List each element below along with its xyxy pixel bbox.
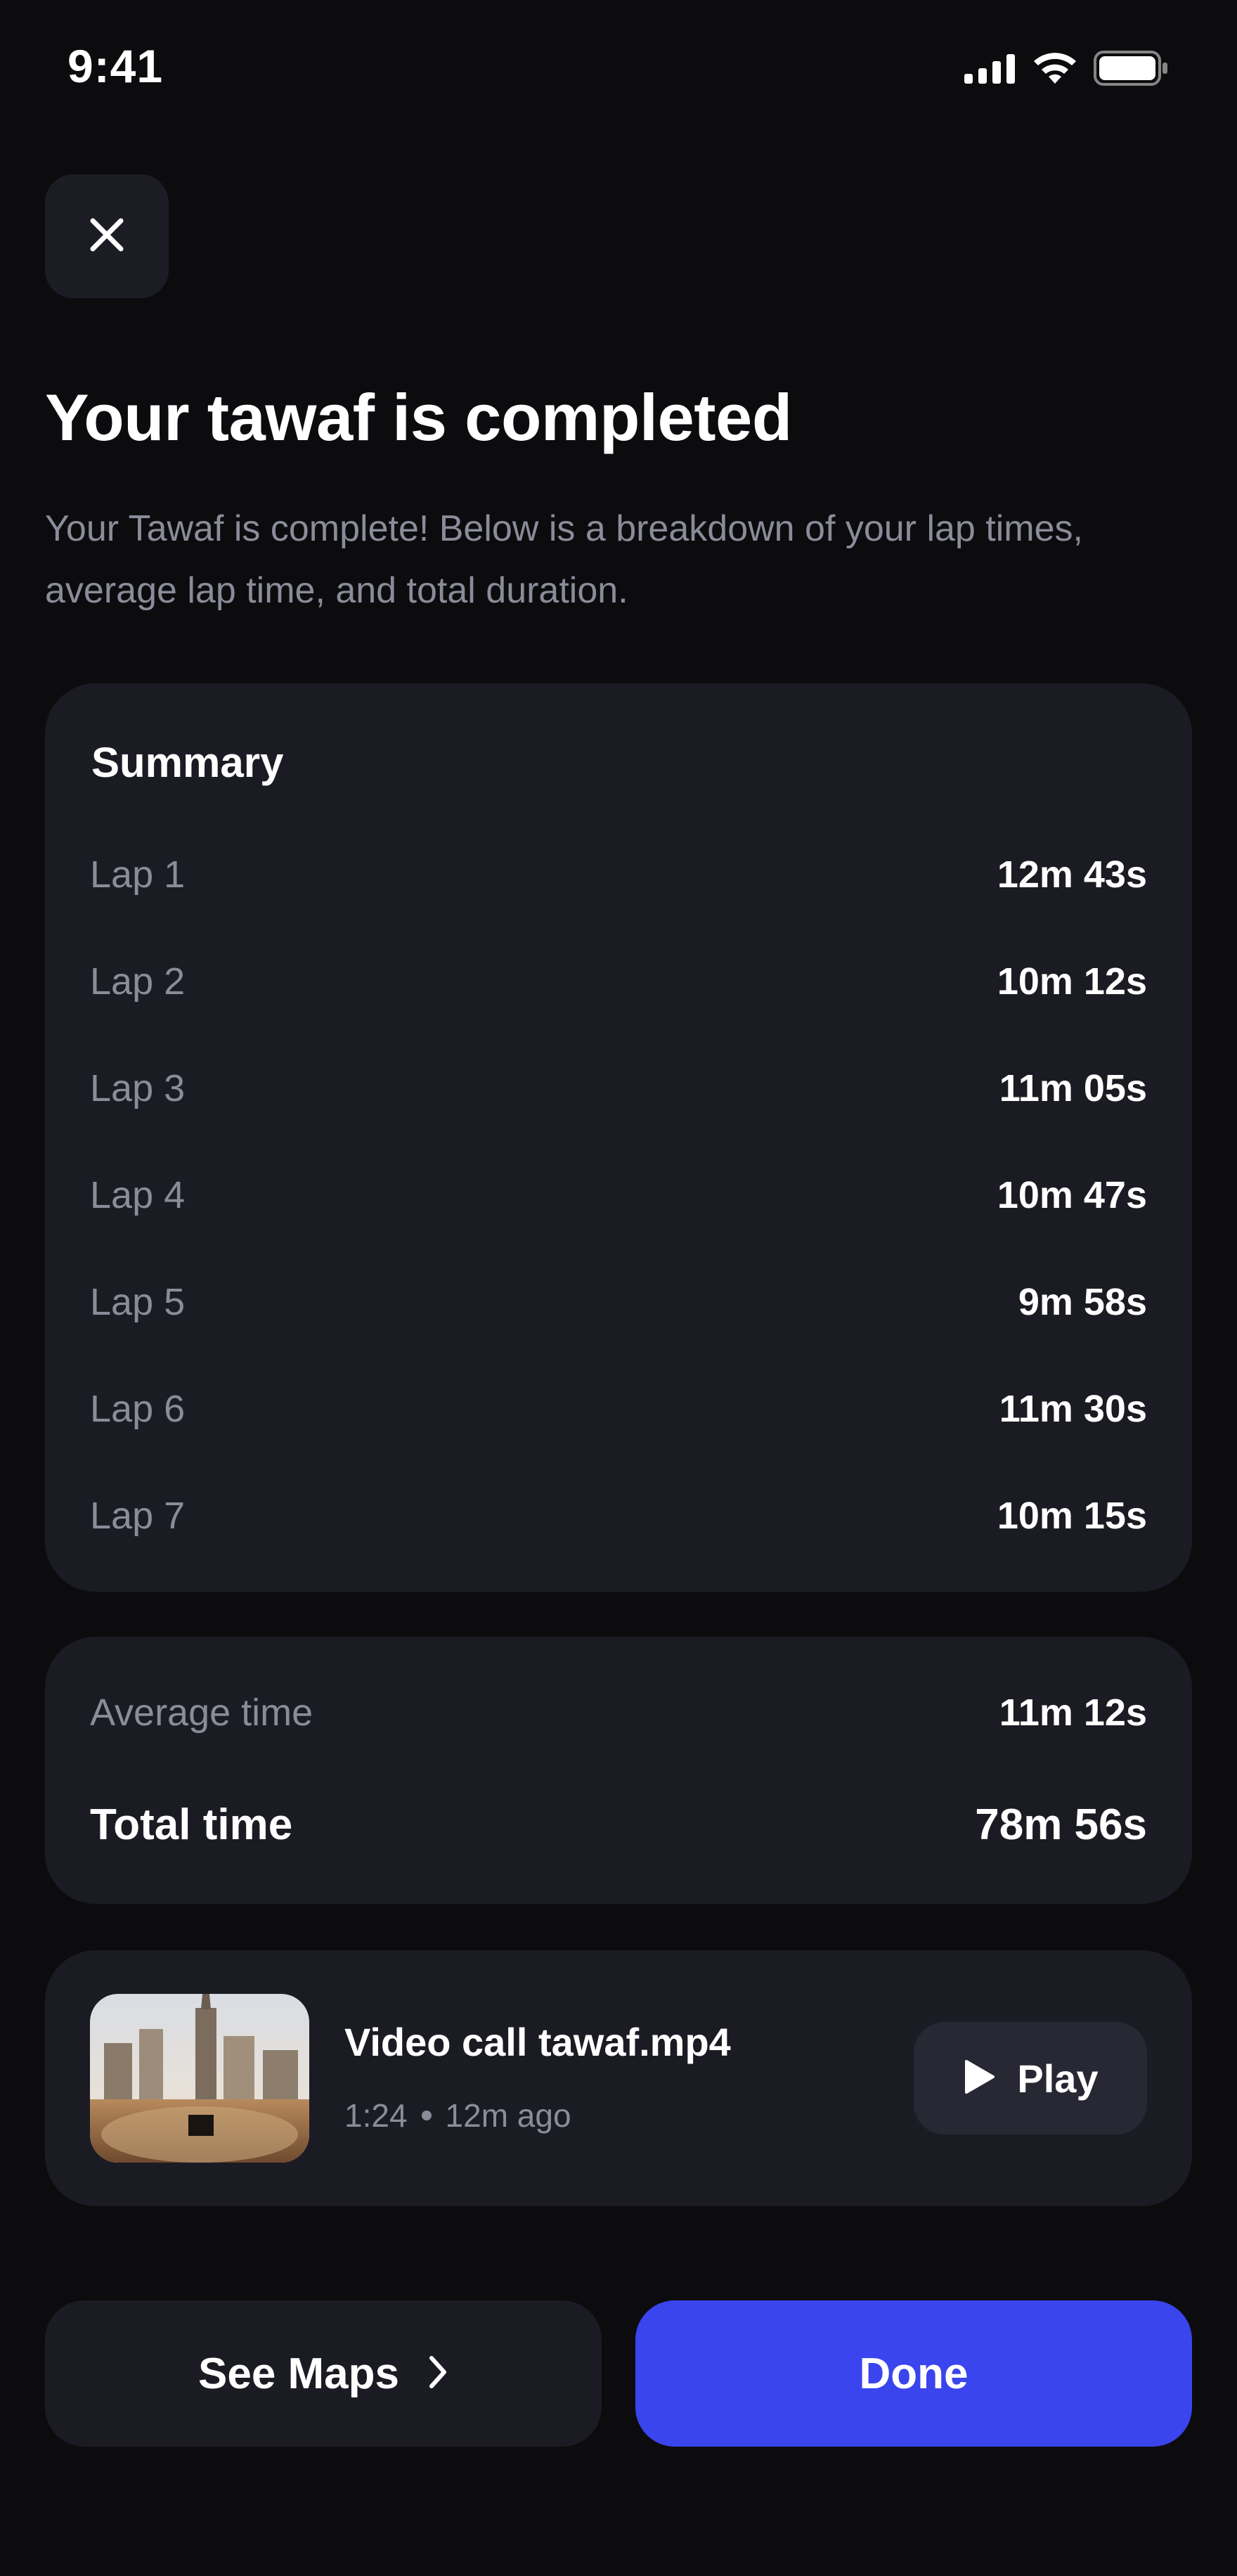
lap-time: 11m 05s [999, 1067, 1147, 1109]
separator-dot [421, 2111, 432, 2120]
average-time-value: 11m 12s [999, 1692, 1147, 1734]
video-thumbnail[interactable] [90, 1994, 309, 2163]
lap-row: Lap 1 12m 43s [90, 846, 1147, 903]
tawaf-complete-screen: 9:41 Your tawaf is completed Your Tawaf … [0, 0, 1237, 2576]
lap-row: Lap 7 10m 15s [90, 1488, 1147, 1544]
lap-label: Lap 6 [90, 1388, 186, 1430]
lap-time: 10m 12s [997, 960, 1147, 1003]
totals-card [45, 1637, 1192, 1904]
summary-card [45, 683, 1192, 1592]
average-time-label: Average time [90, 1692, 313, 1734]
lap-time: 10m 47s [997, 1174, 1147, 1216]
lap-label: Lap 5 [90, 1281, 186, 1323]
lap-time: 10m 15s [997, 1495, 1147, 1537]
total-time-label: Total time [90, 1800, 293, 1849]
video-duration: 1:24 [344, 2097, 408, 2134]
total-time-row: Total time 78m 56s [90, 1793, 1147, 1856]
lap-time: 11m 30s [999, 1388, 1147, 1430]
close-button[interactable] [45, 174, 169, 298]
status-bar: 9:41 [0, 0, 1237, 134]
play-button[interactable]: Play [914, 2022, 1147, 2134]
status-icons [964, 51, 1170, 89]
average-time-row: Average time 11m 12s [90, 1685, 1147, 1741]
lap-time: 9m 58s [1018, 1281, 1147, 1323]
lap-row: Lap 2 10m 12s [90, 953, 1147, 1010]
lap-time: 12m 43s [997, 854, 1147, 896]
lap-label: Lap 2 [90, 960, 186, 1003]
done-button[interactable]: Done [635, 2300, 1192, 2447]
total-time-value: 78m 56s [975, 1800, 1147, 1849]
battery-icon [1094, 51, 1170, 89]
lap-row: Lap 5 9m 58s [90, 1274, 1147, 1330]
lap-label: Lap 4 [90, 1174, 186, 1216]
see-maps-button[interactable]: See Maps [45, 2300, 602, 2447]
page-title: Your tawaf is completed [45, 380, 792, 454]
page-subtitle: Your Tawaf is complete! Below is a break… [45, 508, 1083, 611]
video-meta: 1:24 12m ago [344, 2097, 571, 2134]
summary-title: Summary [91, 739, 284, 786]
lap-row: Lap 4 10m 47s [90, 1167, 1147, 1223]
close-icon [87, 215, 127, 258]
video-file-name: Video call tawaf.mp4 [344, 2020, 731, 2064]
done-label: Done [859, 2349, 969, 2398]
video-age: 12m ago [445, 2097, 571, 2134]
lap-label: Lap 1 [90, 854, 186, 896]
chevron-right-icon [427, 2354, 448, 2394]
wifi-icon [1032, 51, 1078, 89]
play-label: Play [1017, 2056, 1099, 2101]
lap-label: Lap 7 [90, 1495, 186, 1537]
signal-icon [964, 53, 1016, 87]
lap-row: Lap 6 11m 30s [90, 1381, 1147, 1437]
lap-label: Lap 3 [90, 1067, 186, 1109]
play-icon [962, 2059, 996, 2099]
lap-row: Lap 3 11m 05s [90, 1060, 1147, 1116]
see-maps-label: See Maps [197, 2349, 400, 2398]
status-time: 9:41 [67, 40, 164, 92]
